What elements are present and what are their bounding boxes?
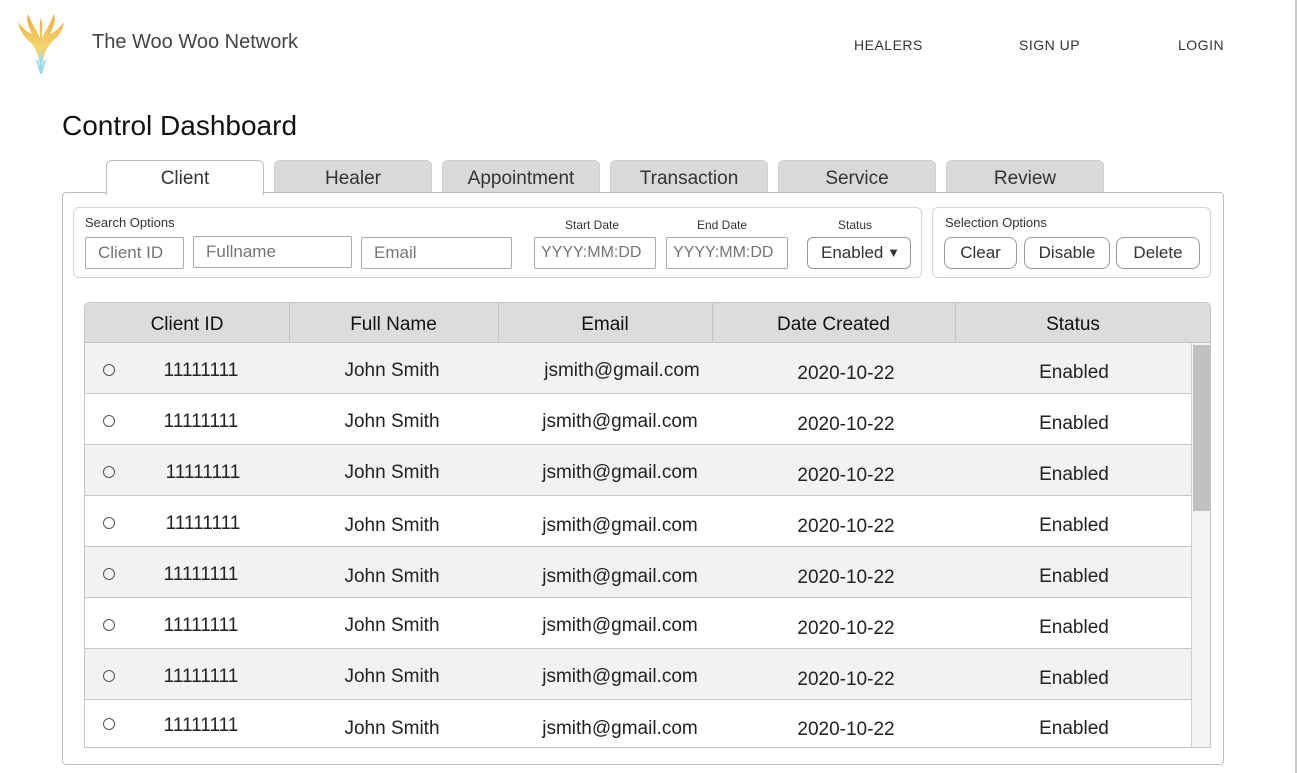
col-date-created[interactable]: Date Created [712,303,955,343]
radio-icon[interactable] [103,517,115,529]
cell-email: jsmith@gmail.com [542,666,698,687]
cell-status: Enabled [1039,413,1109,434]
cell-status: Enabled [1039,617,1109,638]
col-status[interactable]: Status [955,303,1191,343]
fullname-input[interactable] [193,236,352,268]
cell-full-name: John Smith [344,615,440,636]
cell-date-created: 2020-10-22 [797,363,895,384]
radio-icon[interactable] [103,466,115,478]
cell-email: jsmith@gmail.com [544,360,700,381]
cell-email: jsmith@gmail.com [542,566,698,587]
phoenix-logo-icon[interactable] [16,12,66,76]
cell-status: Enabled [1039,718,1109,739]
tab-service[interactable]: Service [778,160,936,194]
status-filter-label: Status [838,218,873,232]
radio-icon[interactable] [103,415,115,427]
cell-client-id: 11111111 [163,411,239,432]
table-scrollbar[interactable] [1191,343,1210,747]
tab-transaction[interactable]: Transaction [610,160,768,194]
radio-icon[interactable] [103,619,115,631]
cell-email: jsmith@gmail.com [542,615,698,636]
cell-date-created: 2020-10-22 [797,618,895,639]
tab-client[interactable]: Client [106,160,264,195]
client-id-input[interactable] [85,237,184,269]
cell-date-created: 2020-10-22 [797,719,895,740]
cell-status: Enabled [1039,464,1109,485]
cell-email: jsmith@gmail.com [542,718,698,739]
end-date-input[interactable] [666,237,788,269]
cell-full-name: John Smith [344,515,440,536]
cell-email: jsmith@gmail.com [542,411,698,432]
table-row[interactable]: 11111111 John Smith jsmith@gmail.com 202… [85,343,1191,394]
cell-full-name: John Smith [344,360,440,381]
cell-client-id: 11111111 [163,715,239,736]
radio-icon[interactable] [103,718,115,730]
cell-date-created: 2020-10-22 [797,516,895,537]
table-row[interactable]: 11111111 John Smith jsmith@gmail.com 202… [85,394,1191,445]
cell-status: Enabled [1039,668,1109,689]
search-options-label: Search Options [85,215,175,230]
email-input[interactable] [361,237,512,269]
cell-email: jsmith@gmail.com [542,515,698,536]
cell-email: jsmith@gmail.com [542,462,698,483]
radio-icon[interactable] [103,670,115,682]
cell-client-id: 11111111 [165,462,241,483]
cell-client-id: 11111111 [163,666,239,687]
cell-full-name: John Smith [344,462,440,483]
nav-login-link[interactable]: LOGIN [1178,37,1224,53]
cell-status: Enabled [1039,566,1109,587]
cell-date-created: 2020-10-22 [797,669,895,690]
table-header: Client ID Full Name Email Date Created S… [85,303,1210,343]
cell-client-id: 11111111 [165,513,241,534]
status-select[interactable]: Enabled ▼ [807,237,911,269]
cell-date-created: 2020-10-22 [797,567,895,588]
nav-healers-link[interactable]: HEALERS [854,37,923,53]
table-row[interactable]: 11111111 John Smith jsmith@gmail.com 202… [85,547,1191,598]
selection-options-label: Selection Options [945,215,1047,230]
delete-button[interactable]: Delete [1116,237,1200,269]
caret-down-icon: ▼ [887,245,900,260]
clear-button[interactable]: Clear [944,237,1017,269]
cell-date-created: 2020-10-22 [797,465,895,486]
cell-client-id: 11111111 [163,615,239,636]
disable-button[interactable]: Disable [1024,237,1110,269]
start-date-input[interactable] [534,237,656,269]
cell-full-name: John Smith [344,718,440,739]
scrollbar-thumb[interactable] [1193,345,1210,511]
cell-full-name: John Smith [344,566,440,587]
tab-healer[interactable]: Healer [274,160,432,194]
start-date-label: Start Date [565,218,620,232]
radio-icon[interactable] [103,568,115,580]
cell-full-name: John Smith [344,411,440,432]
table-row[interactable]: 11111111 John Smith jsmith@gmail.com 202… [85,445,1191,496]
col-full-name[interactable]: Full Name [289,303,498,343]
status-select-value: Enabled [821,243,884,262]
nav-signup-link[interactable]: SIGN UP [1019,37,1080,53]
cell-full-name: John Smith [344,666,440,687]
col-email[interactable]: Email [498,303,712,343]
tab-review[interactable]: Review [946,160,1104,194]
end-date-label: End Date [697,218,748,232]
cell-client-id: 11111111 [163,360,239,381]
radio-icon[interactable] [103,364,115,376]
table-row[interactable]: 11111111 John Smith jsmith@gmail.com 202… [85,598,1191,649]
table-row[interactable]: 11111111 John Smith jsmith@gmail.com 202… [85,649,1191,700]
cell-status: Enabled [1039,515,1109,536]
table-row[interactable]: 11111111 John Smith jsmith@gmail.com 202… [85,700,1191,747]
cell-client-id: 11111111 [163,564,239,585]
cell-status: Enabled [1039,362,1109,383]
tab-appointment[interactable]: Appointment [442,160,600,194]
cell-date-created: 2020-10-22 [797,414,895,435]
table-row[interactable]: 11111111 John Smith jsmith@gmail.com 202… [85,496,1191,547]
brand-name[interactable]: The Woo Woo Network [92,31,298,54]
col-client-id[interactable]: Client ID [85,303,289,343]
clients-table: Client ID Full Name Email Date Created S… [84,302,1211,748]
page-title: Control Dashboard [62,110,298,141]
